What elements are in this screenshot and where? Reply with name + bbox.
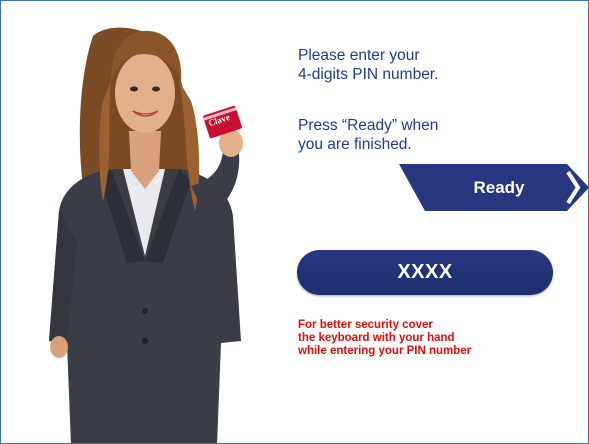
ready-instruction: Press “Ready” when you are finished. <box>298 116 438 154</box>
atm-screen: Clave Please enter your 4-digits PIN num… <box>0 0 589 444</box>
warning-line-1: For better security cover <box>298 319 433 331</box>
instruction-line-3: Press “Ready” when <box>298 117 439 134</box>
instruction-line-2: 4-digits PIN number. <box>298 66 439 83</box>
warning-line-3: while entering your PIN number <box>298 345 472 357</box>
instruction-line-4: you are finished. <box>298 136 412 153</box>
woman-holding-card-image: Clave <box>41 11 281 443</box>
security-warning: For better security cover the keyboard w… <box>298 319 471 358</box>
warning-line-2: the keyboard with your hand <box>298 332 455 344</box>
instruction-line-1: Please enter your <box>298 47 420 64</box>
ready-button[interactable]: Ready <box>399 164 588 211</box>
ready-button-label: Ready <box>473 178 525 197</box>
pin-instruction: Please enter your 4-digits PIN number. <box>298 46 438 84</box>
pin-input-field[interactable]: XXXX <box>297 250 553 295</box>
